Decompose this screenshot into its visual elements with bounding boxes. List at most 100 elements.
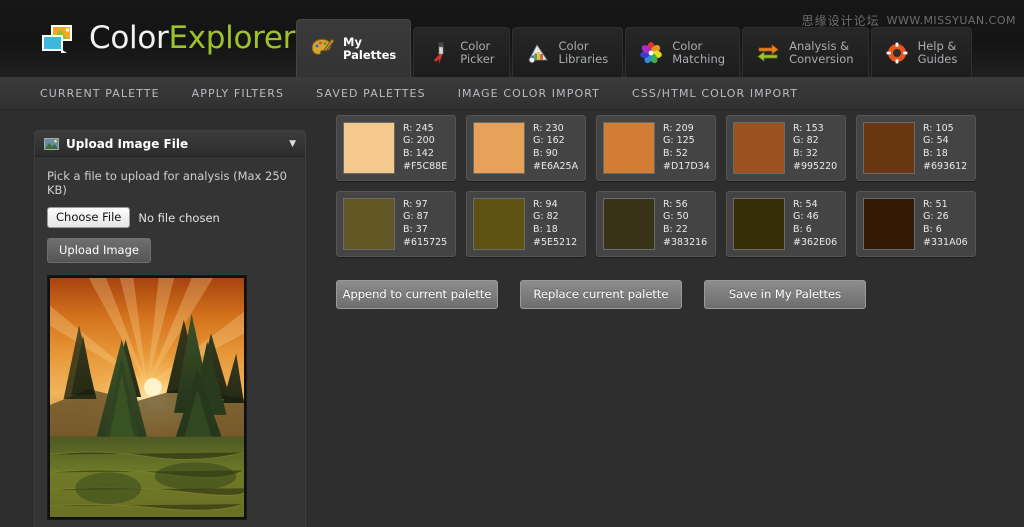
tab-analysis-conversion[interactable]: Analysis & Conversion bbox=[742, 27, 868, 77]
color-g-value: G: 50 bbox=[663, 211, 689, 222]
subnav-item-image-color-import[interactable]: IMAGE COLOR IMPORT bbox=[458, 87, 600, 100]
chevron-down-icon[interactable]: ▼ bbox=[289, 139, 296, 149]
color-r-value: R: 209 bbox=[663, 123, 694, 134]
color-b-value: B: 22 bbox=[663, 224, 688, 235]
uploaded-image-preview bbox=[47, 275, 247, 520]
color-g-value: G: 87 bbox=[403, 211, 429, 222]
color-chip[interactable] bbox=[733, 198, 785, 250]
color-swatch-card[interactable]: R: 230 G: 162 B: 90 #E6A25A bbox=[466, 115, 586, 181]
color-g-value: G: 54 bbox=[923, 135, 949, 146]
upload-hint-text: Pick a file to upload for analysis (Max … bbox=[47, 169, 293, 197]
color-swatch-card[interactable]: R: 94 G: 82 B: 18 #5E5212 bbox=[466, 191, 586, 257]
color-values: R: 94 G: 82 B: 18 #5E5212 bbox=[533, 199, 577, 249]
color-g-value: G: 162 bbox=[533, 135, 565, 146]
color-r-value: R: 105 bbox=[923, 123, 954, 134]
brand-text-color: Color bbox=[89, 20, 168, 56]
color-swatch-card[interactable]: R: 209 G: 125 B: 52 #D17D34 bbox=[596, 115, 716, 181]
color-values: R: 105 G: 54 B: 18 #693612 bbox=[923, 123, 967, 173]
upload-panel-header[interactable]: Upload Image File ▼ bbox=[35, 131, 305, 157]
convert-arrows-icon bbox=[755, 40, 781, 66]
color-r-value: R: 153 bbox=[793, 123, 824, 134]
color-hex-value: #383216 bbox=[663, 237, 707, 248]
color-r-value: R: 54 bbox=[793, 199, 818, 210]
color-hex-value: #F5C88E bbox=[403, 161, 447, 172]
color-g-value: G: 82 bbox=[793, 135, 819, 146]
brand-text: ColorExplorer bbox=[89, 23, 295, 54]
color-values: R: 245 G: 200 B: 142 #F5C88E bbox=[403, 123, 447, 173]
color-swatch-card[interactable]: R: 245 G: 200 B: 142 #F5C88E bbox=[336, 115, 456, 181]
image-photo-logo-icon bbox=[38, 19, 78, 57]
tab-color-libraries[interactable]: Color Libraries bbox=[512, 27, 624, 77]
palette-icon bbox=[309, 36, 335, 62]
color-r-value: R: 97 bbox=[403, 199, 428, 210]
brand-logo[interactable]: ColorExplorer bbox=[38, 19, 295, 57]
color-b-value: B: 18 bbox=[923, 148, 948, 159]
color-hex-value: #5E5212 bbox=[533, 237, 577, 248]
color-r-value: R: 94 bbox=[533, 199, 558, 210]
color-hex-value: #693612 bbox=[923, 161, 967, 172]
color-swatch-card[interactable]: R: 56 G: 50 B: 22 #383216 bbox=[596, 191, 716, 257]
color-b-value: B: 6 bbox=[923, 224, 942, 235]
color-chip[interactable] bbox=[603, 122, 655, 174]
color-chip[interactable] bbox=[343, 122, 395, 174]
color-g-value: G: 26 bbox=[923, 211, 949, 222]
color-chip[interactable] bbox=[343, 198, 395, 250]
color-values: R: 56 G: 50 B: 22 #383216 bbox=[663, 199, 707, 249]
main-content: Upload Image File ▼ Pick a file to uploa… bbox=[0, 110, 1024, 527]
subnav-item-css-html-color-import[interactable]: CSS/HTML COLOR IMPORT bbox=[632, 87, 798, 100]
append-to-current-palette-button[interactable]: Append to current palette bbox=[336, 280, 498, 309]
color-fan-deck-icon bbox=[525, 40, 551, 66]
color-chip[interactable] bbox=[603, 198, 655, 250]
color-hex-value: #E6A25A bbox=[533, 161, 578, 172]
brand-text-explorer: Explorer bbox=[168, 20, 295, 56]
color-swatch-card[interactable]: R: 54 G: 46 B: 6 #362E06 bbox=[726, 191, 846, 257]
choose-file-button[interactable]: Choose File bbox=[47, 207, 130, 228]
tab-label: My Palettes bbox=[343, 36, 396, 62]
color-chip[interactable] bbox=[473, 198, 525, 250]
color-r-value: R: 51 bbox=[923, 199, 948, 210]
color-b-value: B: 37 bbox=[403, 224, 428, 235]
color-r-value: R: 230 bbox=[533, 123, 564, 134]
tab-my-palettes[interactable]: My Palettes bbox=[296, 19, 411, 77]
color-chip[interactable] bbox=[473, 122, 525, 174]
color-swatch-card[interactable]: R: 105 G: 54 B: 18 #693612 bbox=[856, 115, 976, 181]
color-b-value: B: 18 bbox=[533, 224, 558, 235]
color-b-value: B: 6 bbox=[793, 224, 812, 235]
sunset-forest-photo bbox=[50, 278, 244, 517]
tab-color-picker[interactable]: Color Picker bbox=[413, 27, 509, 77]
upload-image-panel: Upload Image File ▼ Pick a file to uploa… bbox=[34, 130, 306, 527]
upload-panel-body: Pick a file to upload for analysis (Max … bbox=[35, 157, 305, 527]
color-b-value: B: 52 bbox=[663, 148, 688, 159]
color-b-value: B: 90 bbox=[533, 148, 558, 159]
tab-label: Color Libraries bbox=[559, 40, 609, 66]
image-thumbnail-icon bbox=[44, 138, 59, 150]
app-root: ColorExplorer 思缘设计论坛 WWW.MISSYUAN.COM bbox=[0, 0, 1024, 527]
tab-color-matching[interactable]: Color Matching bbox=[625, 27, 740, 77]
tab-help-guides[interactable]: Help & Guides bbox=[871, 27, 973, 77]
subnav-item-current-palette[interactable]: CURRENT PALETTE bbox=[40, 87, 160, 100]
replace-current-palette-button[interactable]: Replace current palette bbox=[520, 280, 682, 309]
color-flower-icon bbox=[638, 40, 664, 66]
save-in-my-palettes-button[interactable]: Save in My Palettes bbox=[704, 280, 866, 309]
color-chip[interactable] bbox=[733, 122, 785, 174]
subnav-item-saved-palettes[interactable]: SAVED PALETTES bbox=[316, 87, 426, 100]
lifebuoy-icon bbox=[884, 40, 910, 66]
tab-label: Analysis & Conversion bbox=[789, 40, 853, 66]
color-swatch-card[interactable]: R: 153 G: 82 B: 32 #995220 bbox=[726, 115, 846, 181]
secondary-navigation: CURRENT PALETTE APPLY FILTERS SAVED PALE… bbox=[0, 78, 1024, 110]
color-hex-value: #362E06 bbox=[793, 237, 837, 248]
main-tab-bar: My Palettes Color Picker bbox=[296, 0, 974, 77]
color-hex-value: #615725 bbox=[403, 237, 447, 248]
eyedropper-brush-icon bbox=[426, 40, 452, 66]
color-values: R: 97 G: 87 B: 37 #615725 bbox=[403, 199, 447, 249]
color-swatch-card[interactable]: R: 97 G: 87 B: 37 #615725 bbox=[336, 191, 456, 257]
color-chip[interactable] bbox=[863, 122, 915, 174]
color-r-value: R: 245 bbox=[403, 123, 434, 134]
upload-image-button[interactable]: Upload Image bbox=[47, 238, 151, 263]
color-values: R: 209 G: 125 B: 52 #D17D34 bbox=[663, 123, 710, 173]
subnav-item-apply-filters[interactable]: APPLY FILTERS bbox=[192, 87, 284, 100]
color-swatch-card[interactable]: R: 51 G: 26 B: 6 #331A06 bbox=[856, 191, 976, 257]
color-chip[interactable] bbox=[863, 198, 915, 250]
palette-action-buttons: Append to current palette Replace curren… bbox=[336, 280, 866, 309]
color-values: R: 51 G: 26 B: 6 #331A06 bbox=[923, 199, 968, 249]
